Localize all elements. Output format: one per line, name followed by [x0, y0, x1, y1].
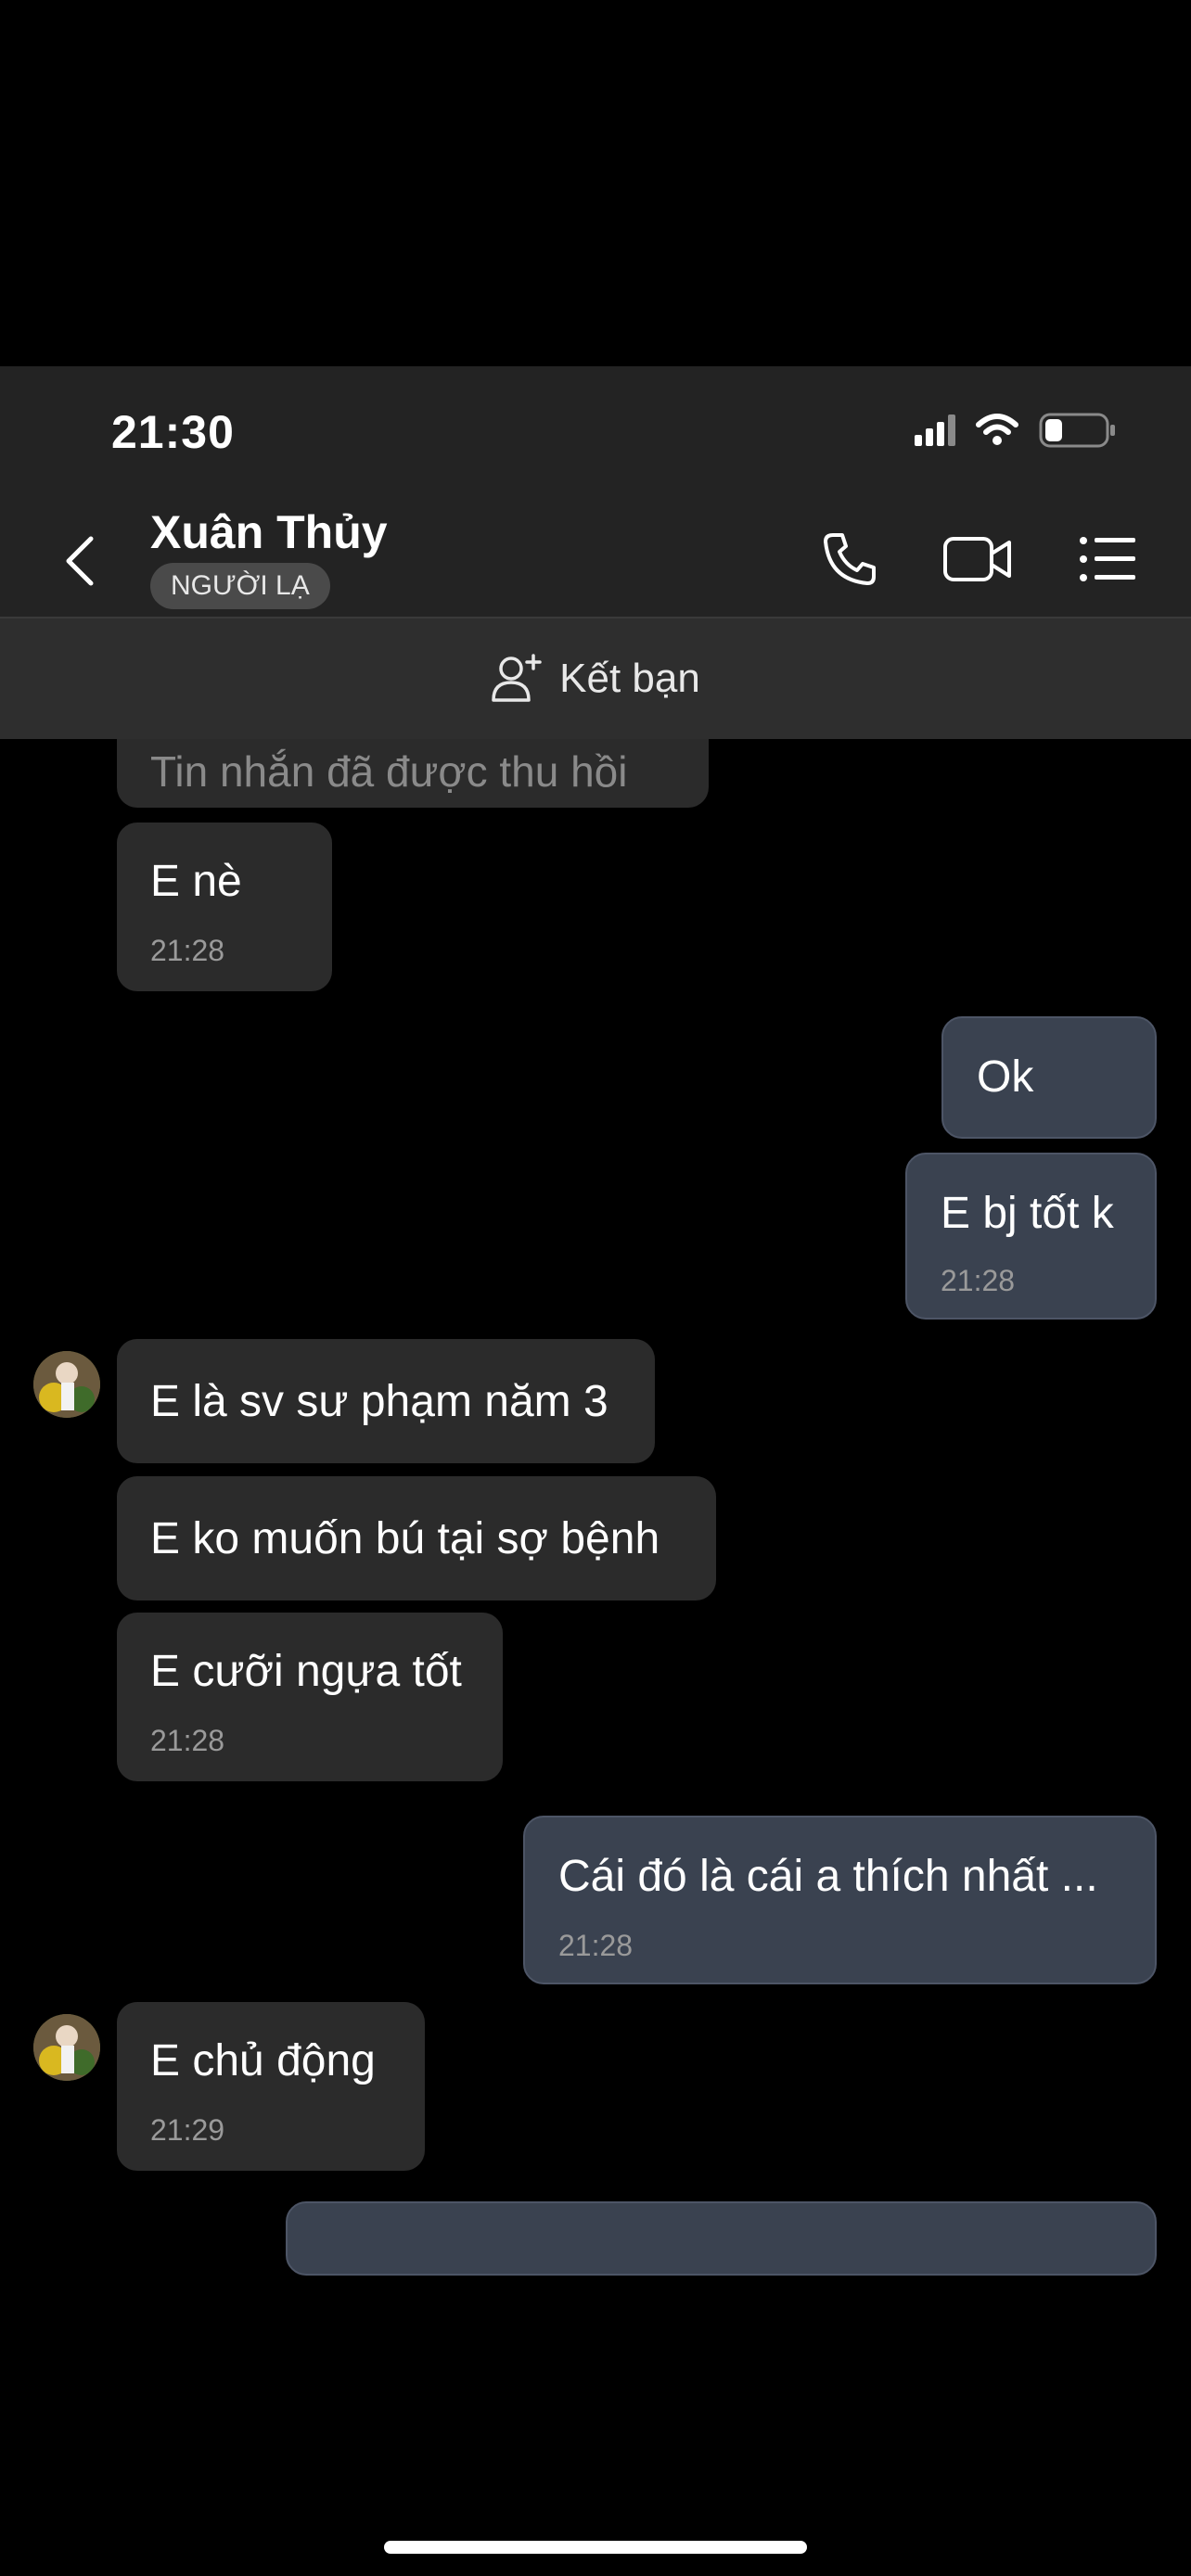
recalled-message-text: Tin nhắn đã được thu hồi	[150, 747, 628, 796]
contact-avatar[interactable]	[33, 2014, 100, 2081]
status-bar: 21:30	[0, 366, 1191, 496]
phone-call-icon[interactable]	[820, 529, 879, 589]
message-bubble-incoming[interactable]: E là sv sư phạm năm 3	[117, 1339, 655, 1463]
phone-screen: 21:30 Xuân Thủy NGƯỜI LẠ Kết bạn Tin nhắ…	[0, 366, 1191, 2576]
message-bubble-incoming[interactable]: E chủ động 21:29	[117, 2002, 425, 2171]
message-bubble-outgoing[interactable]: Ok	[941, 1016, 1157, 1139]
message-bubble-incoming[interactable]: E ko muốn bú tại sợ bệnh	[117, 1476, 716, 1600]
message-timestamp: 21:28	[558, 1929, 634, 1962]
message-text: E chủ động	[150, 2036, 376, 2085]
message-bubble-incoming[interactable]: E nè 21:28	[117, 823, 332, 991]
message-bubble-outgoing[interactable]: E bj tốt k 21:28	[905, 1153, 1157, 1320]
message-text: E là sv sư phạm năm 3	[150, 1377, 608, 1426]
stranger-badge: NGƯỜI LẠ	[150, 563, 330, 609]
message-text: E cưỡi ngựa tốt	[150, 1647, 462, 1696]
add-friend-label: Kết bạn	[559, 656, 700, 701]
message-bubble-incoming[interactable]: Tin nhắn đã được thu hồi	[117, 739, 709, 808]
back-arrow-icon[interactable]	[58, 533, 104, 589]
message-text: Ok	[977, 1052, 1034, 1102]
message-timestamp: 21:29	[150, 2113, 225, 2147]
message-timestamp: 21:28	[150, 934, 225, 967]
message-bubble-outgoing[interactable]: Cái đó là cái a thích nhất ... 21:28	[523, 1816, 1157, 1984]
menu-list-icon[interactable]	[1078, 529, 1137, 589]
message-list[interactable]: Tin nhắn đã được thu hồi E nè 21:28 Ok E…	[0, 739, 1191, 2576]
contact-avatar-image	[33, 1351, 100, 1418]
contact-avatar-image	[33, 2014, 100, 2081]
contact-avatar[interactable]	[33, 1351, 100, 1418]
video-call-icon[interactable]	[942, 529, 1013, 589]
status-icons	[915, 413, 1117, 448]
chat-header: Xuân Thủy NGƯỜI LẠ	[0, 496, 1191, 618]
message-text: E ko muốn bú tại sợ bệnh	[150, 1514, 660, 1563]
home-indicator[interactable]	[384, 2541, 807, 2554]
message-timestamp: 21:28	[150, 1724, 225, 1757]
wifi-icon	[976, 414, 1018, 445]
add-friend-button[interactable]: Kết bạn	[0, 618, 1191, 739]
cellular-signal-icon	[915, 414, 955, 446]
message-text: E bj tốt k	[941, 1189, 1114, 1238]
contact-name[interactable]: Xuân Thủy	[150, 505, 388, 559]
message-text: E nè	[150, 857, 242, 906]
battery-icon	[1039, 413, 1115, 448]
add-user-icon	[492, 654, 542, 702]
message-bubble-incoming[interactable]: E cưỡi ngựa tốt 21:28	[117, 1613, 503, 1781]
message-text: Cái đó là cái a thích nhất ...	[558, 1852, 1098, 1901]
message-bubble-outgoing[interactable]	[286, 2201, 1157, 2276]
message-timestamp: 21:28	[941, 1264, 1016, 1297]
status-time: 21:30	[111, 406, 235, 458]
